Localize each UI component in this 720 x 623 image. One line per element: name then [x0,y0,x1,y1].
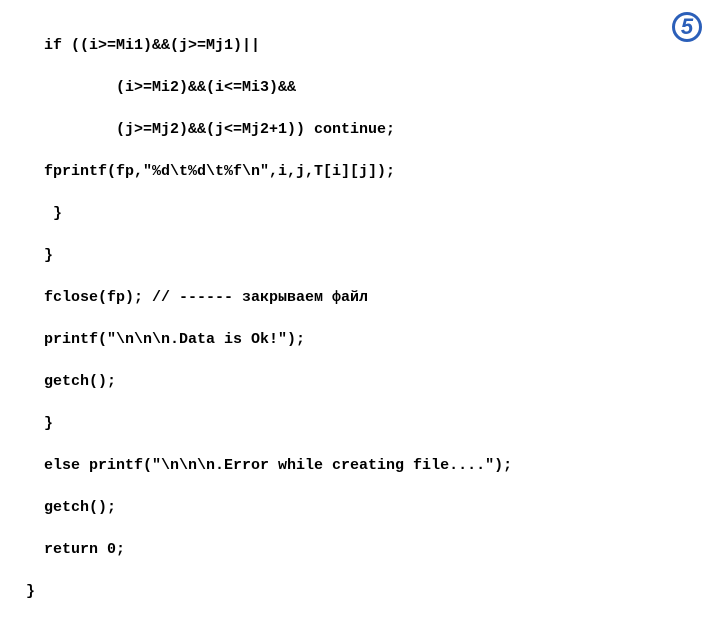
code-line: else printf("\n\n\n.Error while creating… [44,455,694,476]
code-line: } [44,203,694,224]
code-line: fprintf(fp,"%d\t%d\t%f\n",i,j,T[i][j]); [44,161,694,182]
slide-number: 5 [681,16,693,38]
code-block: if ((i>=Mi1)&&(j>=Mj1)|| (i>=Mi2)&&(i<=M… [26,14,694,623]
code-line: } [44,413,694,434]
code-line: } [26,581,694,602]
code-line: } [44,245,694,266]
code-line: return 0; [44,539,694,560]
code-line: fclose(fp); // ------ закрываем файл [44,287,694,308]
code-line: getch(); [44,371,694,392]
slide-number-badge: 5 [672,12,702,42]
code-line: (j>=Mj2)&&(j<=Mj2+1)) continue; [80,119,694,140]
code-line: printf("\n\n\n.Data is Ok!"); [44,329,694,350]
code-line: getch(); [44,497,694,518]
code-line: if ((i>=Mi1)&&(j>=Mj1)|| [44,35,694,56]
code-line: (i>=Mi2)&&(i<=Mi3)&& [80,77,694,98]
